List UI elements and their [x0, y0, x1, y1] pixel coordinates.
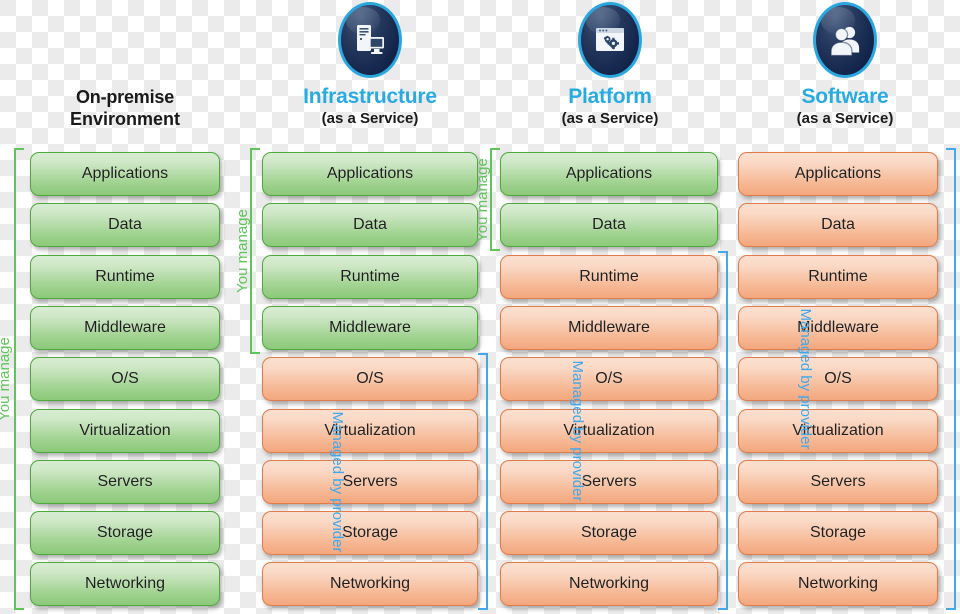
- column-paas: Platform (as a Service) Applications Data Ru…: [474, 0, 730, 614]
- icon-wrap-iaas: [338, 2, 402, 78]
- layer-box[interactable]: Middleware: [500, 305, 718, 350]
- layer-box[interactable]: Servers: [30, 459, 220, 504]
- layer-box[interactable]: Middleware: [30, 305, 220, 350]
- layer-box[interactable]: Virtualization: [262, 408, 478, 453]
- layer-box[interactable]: Storage: [500, 511, 718, 556]
- icon-wrap-saas: [813, 2, 877, 78]
- layer-box[interactable]: O/S: [738, 357, 938, 402]
- layer-box[interactable]: Servers: [738, 459, 938, 504]
- column-title-saas: Software: [801, 85, 889, 108]
- column-saas: Software (as a Service) Applications Data Ru…: [730, 0, 960, 614]
- column-header-iaas: Infrastructure (as a Service): [250, 0, 490, 145]
- layer-box[interactable]: Networking: [30, 562, 220, 607]
- column-title2-on-premise: Environment: [69, 109, 180, 129]
- icon-wrap-paas: [578, 2, 642, 78]
- layer-box[interactable]: Data: [262, 203, 478, 248]
- layer-stack-paas: Applications Data Runtime Middleware O/S Virt…: [500, 152, 718, 614]
- layer-box[interactable]: Applications: [262, 152, 478, 196]
- you-manage-bracket-on-premise: [14, 148, 24, 611]
- layer-box[interactable]: Data: [738, 203, 938, 248]
- layer-box[interactable]: O/S: [30, 357, 220, 402]
- column-header-saas: Software (as a Service): [730, 0, 960, 145]
- layer-box[interactable]: Runtime: [30, 254, 220, 299]
- layer-stack-saas: Applications Data Runtime Middleware O/S Virt…: [738, 152, 938, 614]
- layer-box[interactable]: Runtime: [500, 254, 718, 299]
- layer-box[interactable]: Data: [500, 203, 718, 248]
- layer-stack-iaas: Applications Data Runtime Middleware O/S Virt…: [262, 152, 478, 614]
- layer-box[interactable]: Networking: [262, 562, 478, 607]
- column-title-iaas: Infrastructure: [303, 85, 437, 108]
- layer-box[interactable]: Storage: [262, 511, 478, 556]
- saas-paas-iaas-diagram: On-premise Environment Applications Data Run…: [0, 0, 960, 614]
- managed-by-provider-label-iaas: Managed by provider: [329, 411, 347, 553]
- layer-box[interactable]: O/S: [262, 357, 478, 402]
- you-manage-bracket-paas: [490, 148, 500, 252]
- column-subtitle-iaas: (as a Service): [321, 110, 419, 127]
- layer-box[interactable]: Applications: [30, 152, 220, 196]
- column-header-on-premise: On-premise Environment: [0, 0, 250, 145]
- layer-box[interactable]: Data: [30, 203, 220, 248]
- layer-box[interactable]: Middleware: [738, 305, 938, 350]
- layer-box[interactable]: Networking: [500, 562, 718, 607]
- managed-by-provider-bracket-saas: [946, 148, 956, 611]
- managed-by-provider-bracket-iaas: [478, 353, 488, 611]
- layer-box[interactable]: Applications: [500, 152, 718, 196]
- managed-by-provider-label-paas: Managed by provider: [569, 360, 587, 501]
- column-subtitle-saas: (as a Service): [796, 110, 894, 127]
- you-manage-label-iaas: You manage: [234, 209, 251, 293]
- you-manage-label-on-premise: You manage: [0, 337, 13, 422]
- layer-stack-on-premise: Applications Data Runtime Middleware O/S Virt…: [30, 152, 220, 614]
- column-title-paas: Platform: [568, 85, 652, 108]
- users-icon: [813, 2, 877, 78]
- layer-box[interactable]: O/S: [500, 357, 718, 402]
- managed-by-provider-label-saas: Managed by provider: [797, 308, 815, 450]
- layer-box[interactable]: Servers: [262, 459, 478, 504]
- column-subtitle-paas: (as a Service): [561, 110, 659, 127]
- layer-box[interactable]: Virtualization: [30, 408, 220, 453]
- layer-box[interactable]: Servers: [500, 459, 718, 504]
- column-title-on-premise: On-premise: [75, 87, 175, 107]
- managed-by-provider-bracket-paas: [718, 250, 728, 611]
- layer-box[interactable]: Storage: [738, 511, 938, 556]
- you-manage-bracket-iaas: [250, 148, 260, 354]
- layer-box[interactable]: Networking: [738, 562, 938, 607]
- layer-box[interactable]: Runtime: [738, 254, 938, 299]
- column-on-premise: On-premise Environment Applications Data Run…: [0, 0, 250, 614]
- server-monitor-icon: [338, 2, 402, 78]
- layer-box[interactable]: Applications: [738, 152, 938, 196]
- you-manage-label-paas: You manage: [474, 157, 491, 242]
- layer-box[interactable]: Virtualization: [738, 408, 938, 453]
- column-iaas: Infrastructure (as a Service) Applications…: [234, 0, 490, 614]
- layer-box[interactable]: Middleware: [262, 305, 478, 350]
- layer-box[interactable]: Runtime: [262, 254, 478, 299]
- layer-box[interactable]: Virtualization: [500, 408, 718, 453]
- column-header-paas: Platform (as a Service): [490, 0, 730, 145]
- layer-box[interactable]: Storage: [30, 511, 220, 556]
- window-gears-icon: [578, 2, 642, 78]
